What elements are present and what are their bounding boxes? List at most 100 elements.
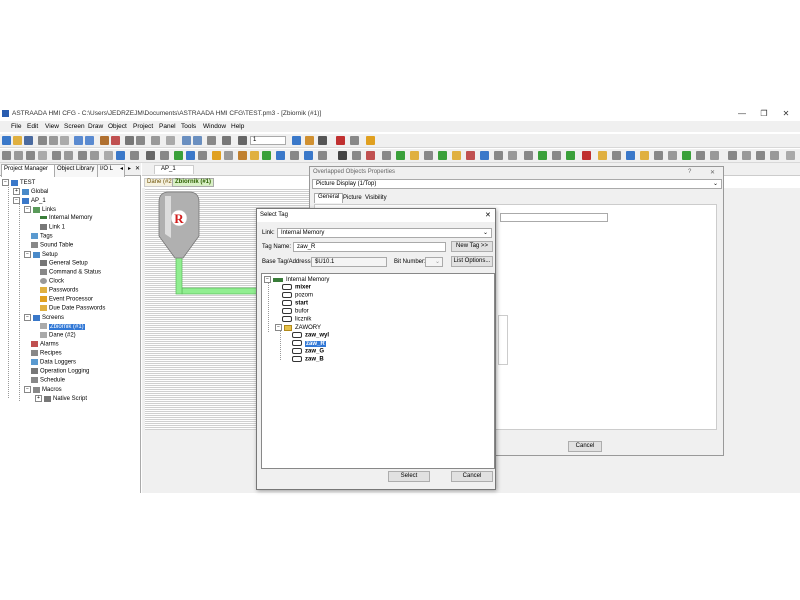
tree-item-event-processor[interactable]: Event Processor xyxy=(40,296,93,303)
close-window-button[interactable]: ✕ xyxy=(776,109,796,119)
screen-icon[interactable] xyxy=(292,136,301,145)
keypad-icon[interactable] xyxy=(338,151,347,160)
tag-item[interactable]: bufor xyxy=(282,308,309,315)
tag-item[interactable]: zaw_wyl xyxy=(292,332,329,339)
tag-item[interactable]: pozom xyxy=(282,292,313,299)
menu-draw[interactable]: Draw xyxy=(88,123,103,130)
overlapped-cancel-button[interactable]: Cancel xyxy=(568,441,602,452)
run-icon[interactable] xyxy=(336,136,345,145)
more-icon[interactable] xyxy=(786,151,795,160)
button-obj-icon[interactable] xyxy=(130,151,139,160)
tree-item-internal-memory[interactable]: Internal Memory xyxy=(40,215,92,221)
xy-plot-icon[interactable] xyxy=(290,151,299,160)
bar-graph-icon[interactable] xyxy=(224,151,233,160)
rect-icon[interactable] xyxy=(14,151,23,160)
pipe-icon[interactable] xyxy=(262,151,271,160)
undo-icon[interactable] xyxy=(74,136,83,145)
tag-tree[interactable]: − Internal Memory mixer pozom start bufor… xyxy=(261,273,495,469)
settings-icon[interactable] xyxy=(524,151,533,160)
tree-item-general-setup[interactable]: General Setup xyxy=(40,260,88,267)
print-screen-icon[interactable] xyxy=(770,151,779,160)
link-select[interactable]: Internal Memory ⌄ xyxy=(277,228,492,238)
tag-item[interactable]: zaw_B xyxy=(292,356,324,363)
menu-panel[interactable]: Panel xyxy=(159,123,176,130)
tree-item-passwords[interactable]: Passwords xyxy=(40,287,78,294)
tree-item-setup[interactable]: − Setup xyxy=(24,251,58,258)
ok-icon[interactable] xyxy=(538,151,547,160)
new-icon[interactable] xyxy=(2,136,11,145)
tab-general[interactable]: General xyxy=(314,193,344,203)
window-tile-icon[interactable] xyxy=(742,151,751,160)
tree-item-dane[interactable]: Dane (#2) xyxy=(40,332,76,339)
slider-icon[interactable] xyxy=(396,151,405,160)
distribute-icon[interactable] xyxy=(682,151,691,160)
tree-item-command-status[interactable]: Command & Status xyxy=(40,269,101,276)
zoom-out-icon[interactable] xyxy=(193,136,202,145)
tree-item-link1[interactable]: Link 1 xyxy=(40,224,65,231)
tree-item-native-script[interactable]: + Native Script xyxy=(35,395,87,402)
message-icon[interactable] xyxy=(212,151,221,160)
menu-edit[interactable]: Edit xyxy=(27,123,38,130)
align-icon[interactable] xyxy=(151,136,160,145)
tag-item-selected[interactable]: zaw_R xyxy=(292,340,326,347)
description-field[interactable] xyxy=(500,213,608,222)
lamp-icon[interactable] xyxy=(146,151,155,160)
rotate-icon[interactable] xyxy=(552,151,561,160)
simulate-icon[interactable] xyxy=(350,136,359,145)
select-icon[interactable] xyxy=(2,151,11,160)
tree-item-clock[interactable]: Clock xyxy=(40,278,64,285)
folder-icon[interactable] xyxy=(598,151,607,160)
folder-obj-icon[interactable] xyxy=(410,151,419,160)
menu-project[interactable]: Project xyxy=(133,123,153,130)
tree-item-recipes[interactable]: Recipes xyxy=(31,350,62,357)
text-icon[interactable] xyxy=(64,151,73,160)
gauge-icon[interactable] xyxy=(424,151,433,160)
line-icon[interactable] xyxy=(26,151,35,160)
paste-icon[interactable] xyxy=(60,136,69,145)
preview-icon[interactable] xyxy=(136,136,145,145)
import-icon[interactable] xyxy=(626,151,635,160)
script-icon[interactable] xyxy=(494,151,503,160)
base-tag-input[interactable]: $U10.1 xyxy=(311,257,387,267)
zoom-select-icon[interactable] xyxy=(238,136,247,145)
tree-item-schedule[interactable]: Schedule xyxy=(31,377,65,384)
cancel-button[interactable]: Cancel xyxy=(451,471,493,482)
tree-item-test[interactable]: − TEST xyxy=(2,179,35,186)
zoom-in-icon[interactable] xyxy=(182,136,191,145)
calendar-icon[interactable] xyxy=(366,151,375,160)
tabs-scroll-right-icon[interactable]: ▸ xyxy=(128,165,131,172)
tree-item-links[interactable]: − Links xyxy=(24,206,56,213)
group-icon[interactable] xyxy=(104,151,113,160)
polygon-icon[interactable] xyxy=(52,151,61,160)
close-icon[interactable]: ✕ xyxy=(710,169,715,176)
tree-item-zbiornik[interactable]: Zbiornik (#1) xyxy=(40,323,85,330)
tree-item-global[interactable]: + Global xyxy=(13,188,48,195)
table-icon[interactable] xyxy=(78,151,87,160)
tag-item[interactable]: start xyxy=(282,300,308,307)
menu-object[interactable]: Object xyxy=(108,123,127,130)
char-icon[interactable] xyxy=(198,151,207,160)
tag-icon[interactable] xyxy=(305,136,314,145)
tree-item-operation-logging[interactable]: Operation Logging xyxy=(31,368,89,375)
file-obj-icon[interactable] xyxy=(452,151,461,160)
menu-screen[interactable]: Screen xyxy=(64,123,85,130)
tree-item-tags[interactable]: Tags xyxy=(31,233,53,240)
redo-icon[interactable] xyxy=(85,136,94,145)
compile-icon[interactable] xyxy=(100,136,109,145)
tag-name-input[interactable]: zaw_R xyxy=(293,242,446,252)
layout-icon[interactable] xyxy=(728,151,737,160)
help-icon[interactable] xyxy=(366,136,375,145)
tab-project-manager[interactable]: Project Manager xyxy=(1,164,59,177)
cut-icon[interactable] xyxy=(38,136,47,145)
close-panel-icon[interactable]: ✕ xyxy=(135,165,140,172)
front-icon[interactable] xyxy=(696,151,705,160)
tabs-scroll-left-icon[interactable]: ◂ xyxy=(120,165,123,172)
menu-view[interactable]: View xyxy=(45,123,59,130)
help-icon[interactable]: ? xyxy=(688,169,691,175)
screen-tab-zbiornik[interactable]: Zbiornik (#1) xyxy=(172,178,215,187)
tree-item-data-loggers[interactable]: Data Loggers xyxy=(31,359,76,366)
maximize-button[interactable]: ❐ xyxy=(754,109,774,119)
tab-object-library[interactable]: Object Library xyxy=(54,164,102,177)
tab-picture[interactable]: Picture xyxy=(341,195,364,204)
stop-icon[interactable] xyxy=(582,151,591,160)
